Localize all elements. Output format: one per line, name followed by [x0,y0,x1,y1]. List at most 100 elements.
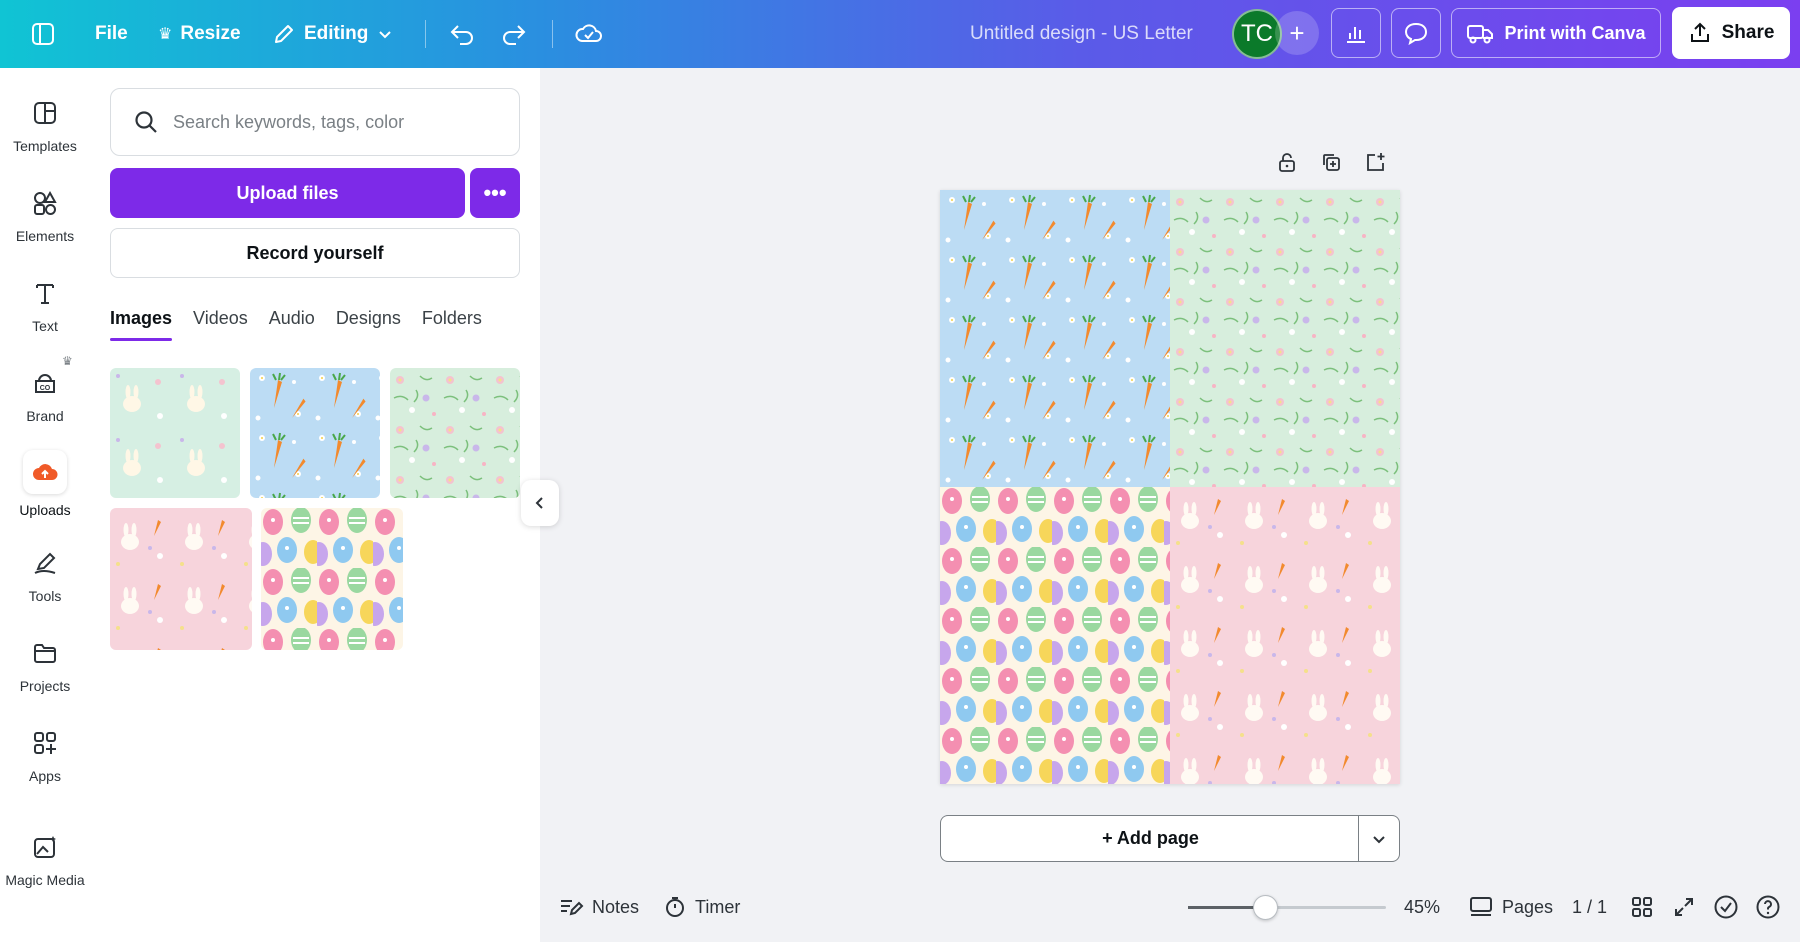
grid-view-button[interactable] [1631,880,1653,934]
redo-button[interactable] [500,0,528,68]
fullscreen-button[interactable] [1673,880,1695,934]
magic-media-icon [28,830,62,864]
editing-mode-button[interactable]: Editing [272,0,394,68]
cloud-save-status-button[interactable] [574,0,604,68]
timer-button[interactable]: Timer [663,880,740,934]
notes-icon [561,900,584,916]
rail-item-tools[interactable]: Tools [0,546,90,604]
tab-videos[interactable]: Videos [193,308,248,341]
rail-item-projects[interactable]: Projects [0,636,90,694]
rail-label: Projects [19,678,71,694]
duplicate-page-icon[interactable] [1319,150,1343,174]
record-yourself-button[interactable]: Record yourself [110,228,520,278]
image-thumbnail-easter-eggs[interactable] [261,508,403,650]
rail-label: Apps [29,768,61,784]
sidebar-toggle-button[interactable] [30,0,56,68]
upload-files-button[interactable]: Upload files [110,168,465,218]
search-icon [135,111,157,133]
rail-item-text[interactable]: Text [0,276,90,334]
rail-label: Elements [15,228,75,244]
svg-text:CO: CO [40,385,51,392]
document-title[interactable]: Untitled design - US Letter [970,0,1193,68]
image-thumbnail-carrots-blue[interactable] [250,368,380,498]
divider [425,20,426,48]
left-rail: Templates Elements Text ♛ CO Brand Uploa… [0,68,90,942]
comment-icon [1404,22,1428,46]
lock-icon[interactable] [1275,150,1299,174]
print-label: Print with Canva [1504,22,1646,43]
share-upload-icon [1690,22,1709,42]
brand-icon: CO [28,366,62,400]
tab-images[interactable]: Images [110,308,173,341]
rail-label: Text [32,318,58,334]
crown-icon: ♛ [62,354,73,368]
tile-bunnies-pink[interactable] [1170,487,1400,784]
image-thumbnail-bunnies-mint[interactable] [110,368,240,498]
add-page-icon[interactable] [1363,150,1387,174]
rail-label: Uploads [19,502,71,518]
bottom-bar: Notes Timer 45% Pages 1 / 1 [540,880,1800,934]
insights-button[interactable] [1331,8,1381,58]
more-options-button[interactable]: ••• [470,168,520,218]
rail-item-uploads[interactable]: Uploads [0,450,90,518]
help-icon [1756,895,1780,919]
editing-label: Editing [304,23,369,44]
tab-folders[interactable]: Folders [422,308,482,341]
search-input[interactable] [173,111,503,133]
plus-icon: + [1289,17,1305,48]
resize-button[interactable]: ♛ Resize [158,0,241,68]
timer-label: Timer [695,896,741,917]
rail-item-templates[interactable]: Templates [0,96,90,154]
rail-item-apps[interactable]: Apps [0,726,90,784]
rail-item-brand[interactable]: ♛ CO Brand [0,354,90,424]
comments-button[interactable] [1391,8,1441,58]
templates-icon [28,96,62,130]
tile-easter-eggs[interactable] [940,487,1170,784]
ellipsis-icon: ••• [483,180,507,205]
design-page[interactable] [940,190,1400,784]
collapse-panel-button[interactable] [521,480,559,526]
notes-button[interactable]: Notes [558,880,639,934]
uploads-panel: Upload files ••• Record yourself Images … [90,68,540,942]
image-thumbnail-floral-mint[interactable] [390,368,520,498]
tile-floral-mint[interactable] [1170,190,1400,487]
text-icon [28,276,62,310]
crown-icon: ♛ [158,26,173,43]
zoom-level[interactable]: 45% [1404,880,1440,934]
grid-view-icon [1632,897,1652,917]
file-menu-label: File [95,23,128,44]
search-box[interactable] [110,88,520,156]
chevron-down-icon [1373,835,1385,843]
help-button[interactable] [1755,880,1781,934]
undo-icon [450,25,473,45]
rail-label: Magic Media [5,872,85,888]
check-button[interactable] [1713,880,1739,934]
pages-label: Pages [1502,896,1554,917]
tab-audio[interactable]: Audio [269,308,315,341]
image-thumbnail-bunnies-pink[interactable] [110,508,252,650]
add-page-dropdown-button[interactable] [1358,815,1400,862]
check-circle-icon [1714,895,1738,919]
file-menu-button[interactable]: File [95,0,128,68]
share-button[interactable]: Share [1672,7,1790,59]
tab-designs[interactable]: Designs [336,308,401,341]
delivery-truck-icon [1467,25,1494,44]
add-collaborator-button[interactable]: + [1275,11,1319,55]
print-with-canva-button[interactable]: Print with Canva [1451,8,1661,58]
pages-button[interactable]: Pages [1468,880,1553,934]
rail-label: Brand [26,408,64,424]
page-count: 1 / 1 [1572,896,1608,917]
page-toolbar [1275,150,1387,174]
add-page-button[interactable]: + Add page [940,815,1360,862]
zoom-slider[interactable] [1188,895,1386,920]
tile-carrots-blue[interactable] [940,190,1170,487]
top-bar: File ♛ Resize Editing Untitled design - … [0,0,1800,68]
rail-item-magic-media[interactable]: Magic Media [0,830,90,888]
chevron-down-icon [379,31,392,39]
undo-button[interactable] [448,0,476,68]
bar-chart-icon [1347,27,1365,43]
rail-item-elements[interactable]: Elements [0,186,90,244]
apps-icon [28,726,62,760]
timer-icon [666,897,684,917]
pencil-icon [275,25,293,43]
